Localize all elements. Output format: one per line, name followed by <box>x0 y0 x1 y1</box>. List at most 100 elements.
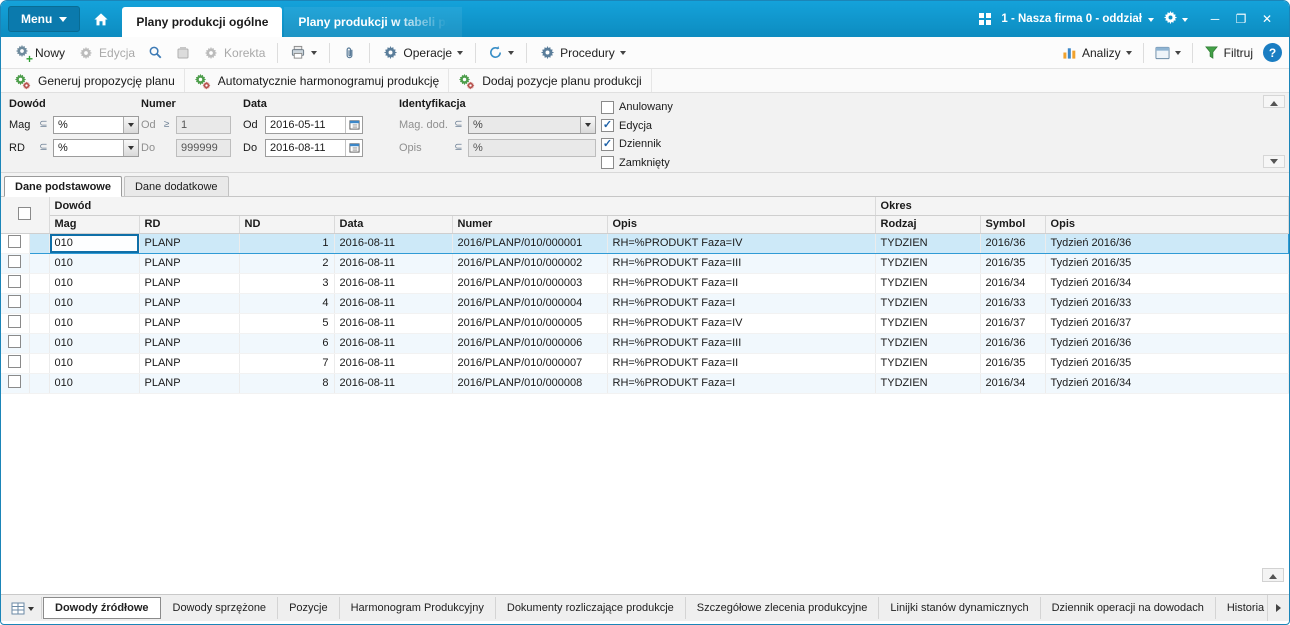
column-header-symbol-okres[interactable]: Symbol <box>980 215 1046 234</box>
cell-opis[interactable]: RH=%PRODUKT Faza=IV <box>607 313 876 334</box>
cell-rd[interactable]: PLANP <box>139 273 240 294</box>
minimize-button[interactable]: ─ <box>1203 8 1227 30</box>
column-header-numer[interactable]: Numer <box>452 215 608 234</box>
calendar-button[interactable] <box>345 116 362 133</box>
tab-dane-podstawowe[interactable]: Dane podstawowe <box>4 176 122 197</box>
cell-mag[interactable]: 010 <box>49 293 140 314</box>
row-checkbox-cell[interactable] <box>1 253 30 274</box>
bottom-tab-szczegółowe-zlecenia-produkcyjne[interactable]: Szczegółowe zlecenia produkcyjne <box>686 597 880 619</box>
table-row[interactable]: 010 PLANP 5 2016-08-11 2016/PLANP/010/000005… <box>1 313 1289 334</box>
cell-nd[interactable]: 4 <box>239 293 335 314</box>
cell-opis[interactable]: RH=%PRODUKT Faza=III <box>607 333 876 354</box>
cell-symbol[interactable]: 2016/36 <box>980 333 1046 354</box>
menu-button[interactable]: Menu <box>8 6 81 32</box>
cell-rd[interactable]: PLANP <box>139 373 240 394</box>
cell-rd[interactable]: PLANP <box>139 333 240 354</box>
cell-rodzaj[interactable]: TYDZIEN <box>875 273 981 294</box>
action-generuj-propozycję-planu[interactable]: Generuj propozycję planu <box>5 69 185 92</box>
cell-nd[interactable]: 1 <box>239 232 335 254</box>
cell-mag[interactable]: 010 <box>49 333 140 354</box>
cell-data[interactable]: 2016-08-11 <box>334 353 453 374</box>
combo-arrow-button[interactable] <box>123 139 138 156</box>
row-checkbox-cell[interactable] <box>1 273 30 294</box>
cell-opis[interactable]: RH=%PRODUKT Faza=II <box>607 353 876 374</box>
cell-opis[interactable]: Tydzień 2016/34 <box>1045 373 1289 394</box>
mag-dod-operator[interactable]: ⊆ <box>453 119 464 130</box>
cell-rd[interactable]: PLANP <box>139 232 240 254</box>
refresh-button[interactable] <box>482 41 520 64</box>
attachments-button[interactable] <box>336 41 363 65</box>
mag-dod-combobox[interactable]: % <box>468 115 596 134</box>
cell-opis[interactable]: RH=%PRODUKT Faza=I <box>607 373 876 394</box>
cell-numer[interactable]: 2016/PLANP/010/000004 <box>452 293 608 314</box>
bottom-tab-dowody-sprzężone[interactable]: Dowody sprzężone <box>162 597 279 619</box>
cell-nd[interactable]: 5 <box>239 313 335 334</box>
help-button[interactable]: ? <box>1263 43 1282 62</box>
row-checkbox[interactable] <box>8 235 22 248</box>
table-row[interactable]: 010 PLANP 4 2016-08-11 2016/PLANP/010/000004… <box>1 293 1289 314</box>
cell-numer[interactable]: 2016/PLANP/010/000002 <box>452 253 608 274</box>
table-row[interactable]: 010 PLANP 1 2016-08-11 2016/PLANP/010/000001… <box>1 232 1289 254</box>
new-button[interactable]: + Nowy <box>8 41 71 65</box>
row-checkbox-cell[interactable] <box>1 313 30 334</box>
data-od-field[interactable]: 2016-05-11 <box>265 115 363 134</box>
cell-symbol[interactable]: 2016/36 <box>980 232 1046 254</box>
cell-numer[interactable]: 2016/PLANP/010/000008 <box>452 373 608 394</box>
row-checkbox-cell[interactable] <box>1 353 30 374</box>
data-do-field[interactable]: 2016-08-11 <box>265 138 363 157</box>
cell-symbol[interactable]: 2016/34 <box>980 273 1046 294</box>
column-header-nd[interactable]: ND <box>239 215 335 234</box>
table-row[interactable]: 010 PLANP 3 2016-08-11 2016/PLANP/010/000003… <box>1 273 1289 294</box>
cell-opis[interactable]: Tydzień 2016/33 <box>1045 293 1289 314</box>
view-options-button[interactable] <box>1149 42 1187 64</box>
cell-numer[interactable]: 2016/PLANP/010/000001 <box>452 232 608 254</box>
cell-rd[interactable]: PLANP <box>139 313 240 334</box>
cell-opis[interactable]: Tydzień 2016/37 <box>1045 313 1289 334</box>
cell-rodzaj[interactable]: TYDZIEN <box>875 253 981 274</box>
analyses-button[interactable]: Analizy <box>1056 41 1138 64</box>
cell-opis[interactable]: RH=%PRODUKT Faza=I <box>607 293 876 314</box>
cell-symbol[interactable]: 2016/37 <box>980 313 1046 334</box>
cell-nd[interactable]: 6 <box>239 333 335 354</box>
cell-data[interactable]: 2016-08-11 <box>334 373 453 394</box>
row-checkbox-cell[interactable] <box>1 293 30 314</box>
cell-rodzaj[interactable]: TYDZIEN <box>875 333 981 354</box>
mag-combobox[interactable]: % <box>53 115 139 134</box>
cell-rodzaj[interactable]: TYDZIEN <box>875 353 981 374</box>
rd-operator[interactable]: ⊆ <box>38 142 49 153</box>
operations-button[interactable]: Operacje <box>376 41 469 65</box>
column-header-opis-okres[interactable]: Opis <box>1045 215 1289 234</box>
table-row[interactable]: 010 PLANP 2 2016-08-11 2016/PLANP/010/000002… <box>1 253 1289 274</box>
cell-mag[interactable]: 010 <box>49 353 140 374</box>
bottom-tab-linijki-stanów-dynamicznych[interactable]: Linijki stanów dynamicznych <box>879 597 1041 619</box>
row-checkbox[interactable] <box>8 315 22 328</box>
cell-rd[interactable]: PLANP <box>139 353 240 374</box>
bottom-tab-historia-zmian[interactable]: Historia zmian <box>1216 597 1267 619</box>
bottom-tab-dowody-źródłowe[interactable]: Dowody źródłowe <box>43 597 161 619</box>
bottom-tab-dziennik-operacji-na-dowodach[interactable]: Dziennik operacji na dowodach <box>1041 597 1216 619</box>
cell-numer[interactable]: 2016/PLANP/010/000003 <box>452 273 608 294</box>
cell-nd[interactable]: 2 <box>239 253 335 274</box>
action-dodaj-pozycje-planu-produkcji[interactable]: Dodaj pozycje planu produkcji <box>449 69 652 92</box>
cell-mag[interactable]: 010 <box>49 313 140 334</box>
cell-opis[interactable]: Tydzień 2016/36 <box>1045 333 1289 354</box>
table-scroll-up-button[interactable] <box>1262 568 1284 582</box>
cell-symbol[interactable]: 2016/35 <box>980 353 1046 374</box>
company-selector[interactable]: 1 - Nasza firma 0 - oddział <box>1001 13 1154 25</box>
bottom-tab-harmonogram-produkcyjny[interactable]: Harmonogram Produkcyjny <box>340 597 496 619</box>
cell-data[interactable]: 2016-08-11 <box>334 273 453 294</box>
column-header-rd[interactable]: RD <box>139 215 240 234</box>
column-header-opis[interactable]: Opis <box>607 215 876 234</box>
cell-rodzaj[interactable]: TYDZIEN <box>875 232 981 254</box>
calendar-button[interactable] <box>345 139 362 156</box>
cell-data[interactable]: 2016-08-11 <box>334 293 453 314</box>
cell-data[interactable]: 2016-08-11 <box>334 232 453 254</box>
rd-combobox[interactable]: % <box>53 138 139 157</box>
cell-symbol[interactable]: 2016/35 <box>980 253 1046 274</box>
cell-data[interactable]: 2016-08-11 <box>334 333 453 354</box>
cell-numer[interactable]: 2016/PLANP/010/000007 <box>452 353 608 374</box>
procedures-button[interactable]: Procedury <box>533 41 632 65</box>
cell-mag[interactable]: 010 <box>49 253 140 274</box>
filter-checkbox-edycja[interactable]: ✓ Edycja <box>601 117 731 136</box>
maximize-button[interactable]: ❐ <box>1229 8 1253 30</box>
